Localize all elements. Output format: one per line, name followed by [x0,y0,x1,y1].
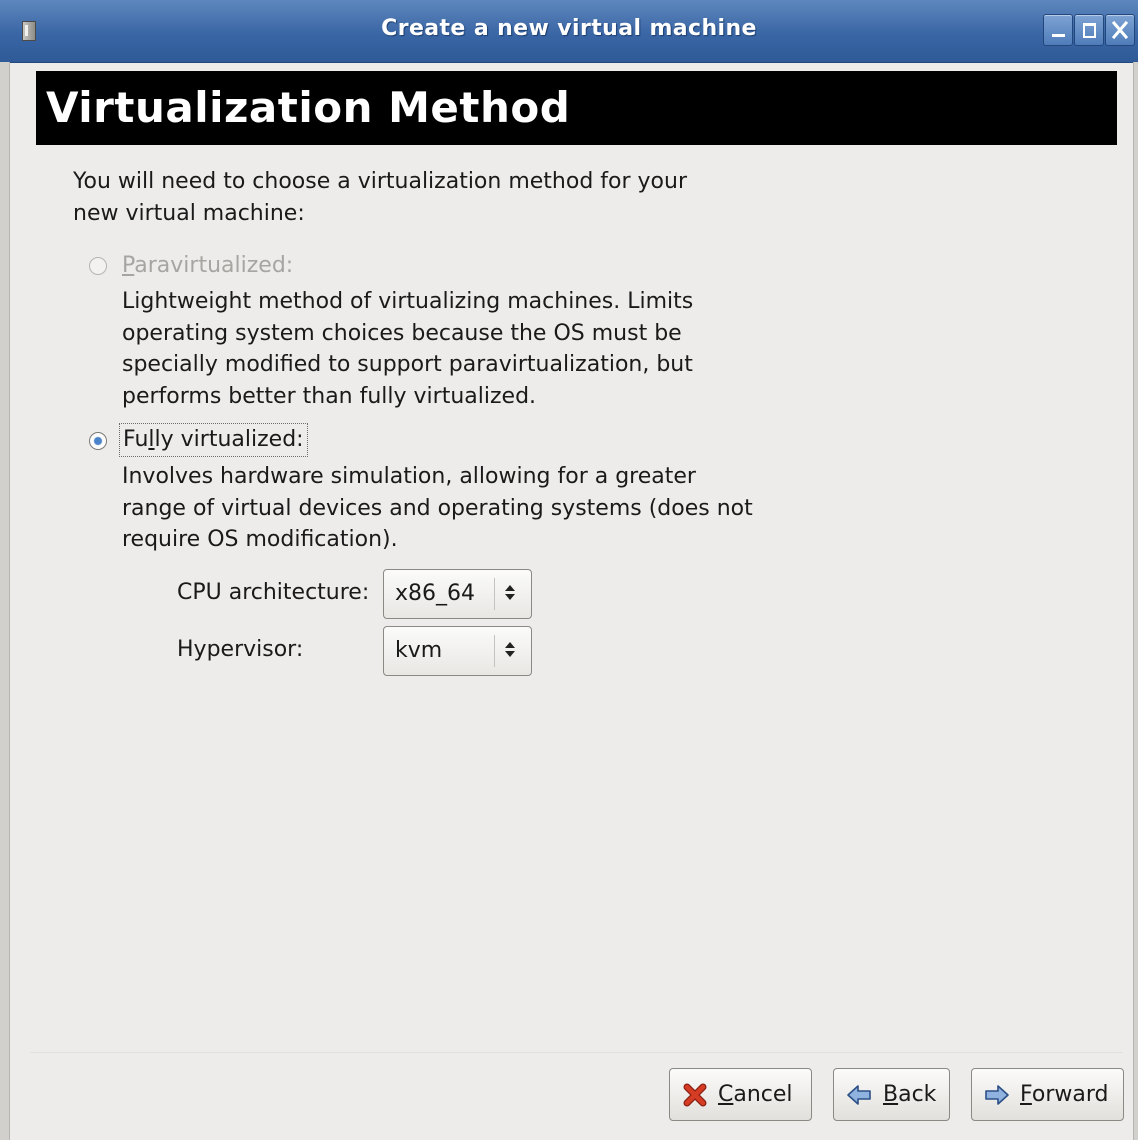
fully-virtualized-radio[interactable] [89,432,107,450]
cancel-button[interactable]: Cancel [669,1068,812,1121]
back-button[interactable]: Back [833,1068,950,1121]
cancel-button-label: Cancel [718,1082,793,1107]
forward-label-rest: orward [1031,1082,1109,1107]
fully-virtualized-label-first: F [123,427,135,452]
paravirtualized-description: Lightweight method of virtualizing machi… [122,289,694,409]
fully-virtualized-label-u: u [134,427,149,452]
fully-virtualized-description: Involves hardware simulation, allowing f… [122,464,753,552]
fully-virtualized-label-text: ly virtualized: [154,427,304,452]
combo-separator [494,578,495,610]
combo-separator [494,635,495,667]
cancel-mnemonic: C [718,1082,734,1107]
minimize-button[interactable] [1043,14,1073,46]
intro-text: You will need to choose a virtualization… [73,169,687,226]
back-mnemonic: B [883,1082,899,1107]
cpu-architecture-select[interactable]: x86_64 [383,569,532,619]
paravirtualized-label: Paravirtualized: [122,252,293,280]
cancel-x-icon [683,1083,707,1107]
back-button-label: Back [883,1082,936,1107]
updown-arrows-icon [503,639,517,661]
updown-arrows-icon [503,582,517,604]
paravirtualized-radio[interactable] [89,257,107,275]
page-header: Virtualization Method [36,71,1117,145]
maximize-button[interactable] [1074,14,1104,46]
window-frame-right [1133,62,1138,1140]
window-title: Create a new virtual machine [381,16,757,41]
paravirtualized-label-text: aravirtualized: [134,253,294,278]
page-title: Virtualization Method [46,83,571,132]
forward-button-label: Forward [1020,1082,1108,1107]
back-label-rest: ack [898,1082,937,1107]
hypervisor-select[interactable]: kvm [383,626,532,676]
forward-arrow-icon [985,1085,1009,1105]
hypervisor-value: kvm [395,638,443,663]
paravirtualized-mnemonic: P [122,253,135,278]
back-arrow-icon [847,1085,871,1105]
content-divider [30,1052,1123,1053]
fully-virtualized-label[interactable]: Fully virtualized: [119,423,308,457]
forward-mnemonic: F [1020,1082,1032,1107]
window-frame-left [0,62,10,1140]
hypervisor-label: Hypervisor: [177,637,304,662]
close-icon [1111,20,1129,40]
cpu-architecture-label: CPU architecture: [177,580,370,605]
close-button[interactable] [1105,14,1135,46]
window-titlebar[interactable]: Create a new virtual machine [0,0,1138,63]
forward-button[interactable]: Forward [971,1068,1124,1121]
cancel-label-rest: ancel [733,1082,793,1107]
cpu-architecture-value: x86_64 [395,581,476,606]
